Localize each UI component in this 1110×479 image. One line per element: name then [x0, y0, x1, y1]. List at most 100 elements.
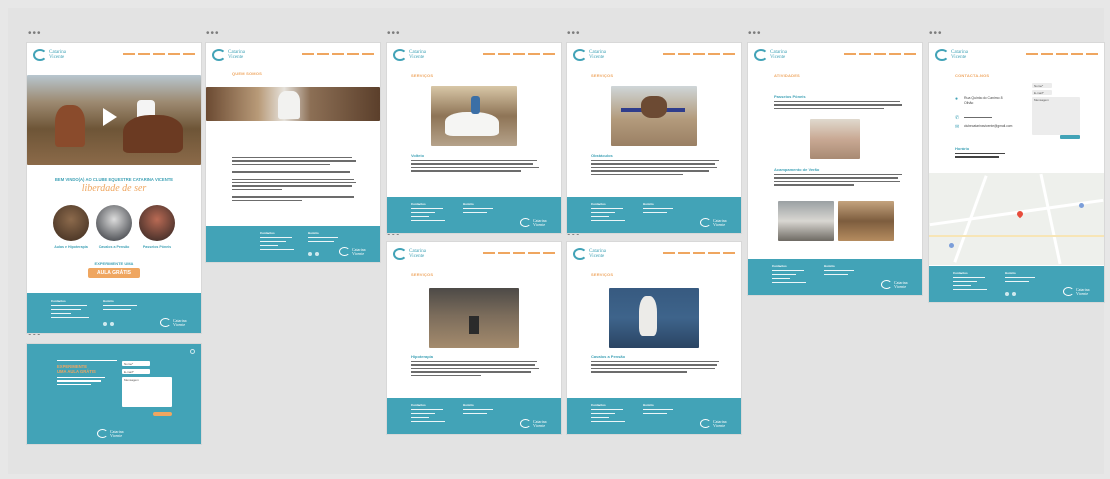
- close-icon[interactable]: [190, 349, 195, 354]
- ellipsis-icon[interactable]: •••: [567, 29, 581, 39]
- ellipsis-icon[interactable]: •••: [28, 29, 42, 39]
- frame-popup[interactable]: EXPERIMENTE UMA AULA GRÁTIS Nome* E-mail*…: [27, 344, 201, 444]
- horse-logo-icon: [573, 248, 587, 260]
- section-title: SERVIÇOS: [591, 272, 614, 277]
- ellipsis-icon[interactable]: •••: [929, 29, 943, 39]
- nav-menu[interactable]: [483, 53, 555, 55]
- location-icon: ●: [955, 96, 959, 102]
- horse-logo-icon: [935, 49, 949, 61]
- section-title: CONTACTA-NOS: [955, 73, 990, 78]
- ellipsis-icon[interactable]: •••: [206, 29, 220, 39]
- address: Rua Quinta do Canimo 8 Olhão: [964, 96, 1003, 105]
- frame-about[interactable]: Catarina Vicente QUEM SOMOS Contactos Hor…: [206, 43, 380, 262]
- ellipsis-icon[interactable]: •••: [748, 29, 762, 39]
- frame-home[interactable]: Catarina Vicente BEM VINDO(A) AO CLUBE EQ…: [27, 43, 201, 333]
- welcome-heading: BEM VINDO(A) AO CLUBE EQUESTRE CATARINA …: [54, 177, 174, 182]
- location-map[interactable]: [929, 173, 1104, 265]
- nav-bar: Catarina Vicente: [206, 43, 380, 67]
- footer: Contactos Horário Catarina Vicente: [387, 197, 561, 233]
- activity-image: [778, 201, 834, 241]
- card-image-pony[interactable]: [139, 205, 175, 241]
- nav-menu[interactable]: [123, 53, 195, 55]
- service-image: [609, 288, 699, 348]
- card-image-boarding[interactable]: [96, 205, 132, 241]
- about-image: [206, 87, 380, 121]
- frame-activities[interactable]: Catarina Vicente ATIVIDADES Passeios Pône…: [748, 43, 922, 295]
- horse-logo-icon: [33, 49, 47, 61]
- section-title: QUEM SOMOS: [232, 71, 263, 76]
- horse-logo-icon: [393, 248, 407, 260]
- nav-bar: Catarina Vicente: [27, 43, 201, 67]
- send-button[interactable]: [1060, 135, 1080, 139]
- cta-heading: EXPERIMENTE UMA: [94, 261, 134, 266]
- horse-logo-icon: [212, 49, 226, 61]
- frame-service-boarding[interactable]: Catarina Vicente SERVIÇOS Cavalos a Pensã…: [567, 242, 741, 434]
- card-label[interactable]: Passeios Pôneis: [132, 245, 182, 249]
- facebook-icon: [103, 322, 107, 326]
- email-field[interactable]: E-mail*: [122, 369, 150, 374]
- nav-menu[interactable]: [302, 53, 374, 55]
- service-title: Cavalos a Pensão: [591, 354, 626, 359]
- frame-contact[interactable]: Catarina Vicente CONTACTA-NOS ● Rua Quint…: [929, 43, 1104, 302]
- horse-logo-icon: [573, 49, 587, 61]
- footer: Contactos Horário Catarina Vicente: [27, 293, 201, 333]
- nav-menu[interactable]: [483, 252, 555, 254]
- activity-image: [838, 201, 894, 241]
- service-image: [611, 86, 697, 146]
- hero-image: [27, 75, 201, 165]
- frame-service-hippotherapy[interactable]: Catarina Vicente SERVIÇOS Hipoterapia Con…: [387, 242, 561, 434]
- brand-name-2: Vicente: [49, 55, 65, 60]
- footer-hours: Horário: [103, 299, 143, 313]
- footer-contacts: Contactos: [51, 299, 91, 321]
- name-field[interactable]: Nome*: [1032, 83, 1052, 88]
- phone-icon: ✆: [955, 115, 960, 121]
- section-title: ATIVIDADES: [774, 73, 800, 78]
- mail-icon: ✉: [955, 124, 960, 130]
- email-text[interactable]: clubecatarinavicente@gmail.com: [964, 124, 1012, 128]
- design-canvas: ••• ••• ••• ••• ••• ••• ••• ••• ••• Cata…: [0, 0, 1110, 479]
- horse-logo-icon: [754, 49, 768, 61]
- play-icon[interactable]: [103, 108, 117, 126]
- card-image-lessons[interactable]: [53, 205, 89, 241]
- message-field[interactable]: Mensagem: [122, 377, 172, 407]
- activity-title: Acampamento de Verão: [774, 167, 820, 172]
- section-title: SERVIÇOS: [591, 73, 614, 78]
- footer: Contactos Horário Catarina Vicente: [206, 226, 380, 262]
- service-title: Volteio: [411, 153, 425, 158]
- horse-shape-2: [123, 115, 183, 153]
- hours-title: Horário: [955, 146, 970, 151]
- nav-menu[interactable]: [844, 53, 916, 55]
- activity-title: Passeios Pôneis: [774, 94, 806, 99]
- email-field[interactable]: E-mail*: [1032, 90, 1052, 95]
- footer-logo: Catarina Vicente: [339, 247, 372, 256]
- section-title: SERVIÇOS: [411, 73, 434, 78]
- about-text: [232, 157, 356, 203]
- section-title: SERVIÇOS: [411, 272, 434, 277]
- service-image: [431, 86, 517, 146]
- name-field[interactable]: Nome*: [122, 361, 150, 366]
- message-field[interactable]: Mensagem: [1032, 97, 1080, 135]
- social-icons[interactable]: [308, 252, 319, 256]
- brand-logo[interactable]: Catarina Vicente: [33, 49, 75, 61]
- popup-heading: EXPERIMENTE UMA AULA GRÁTIS: [57, 364, 96, 374]
- nav-menu[interactable]: [663, 252, 735, 254]
- popup-logo: Catarina Vicente: [97, 429, 130, 438]
- service-image: [429, 288, 519, 348]
- ellipsis-icon[interactable]: •••: [387, 29, 401, 39]
- nav-menu[interactable]: [663, 53, 735, 55]
- instagram-icon: [110, 322, 114, 326]
- frame-service-obstacles[interactable]: Catarina Vicente SERVIÇOS Obstáculos Cont…: [567, 43, 741, 233]
- footer-logo: Catarina Vicente: [160, 318, 193, 327]
- tagline: liberdade de ser: [81, 183, 147, 194]
- activity-image: [810, 119, 860, 159]
- free-lesson-button[interactable]: AULA GRÁTIS: [88, 268, 140, 278]
- horse-shape: [55, 105, 85, 147]
- social-icons[interactable]: [103, 322, 114, 326]
- service-title: Obstáculos: [591, 153, 613, 158]
- frame-service-volteio[interactable]: Catarina Vicente SERVIÇOS Volteio Contact…: [387, 43, 561, 233]
- brand-logo[interactable]: Catarina Vicente: [212, 49, 254, 61]
- horse-logo-icon: [393, 49, 407, 61]
- nav-menu[interactable]: [1026, 53, 1098, 55]
- service-title: Hipoterapia: [411, 354, 434, 359]
- submit-button[interactable]: [153, 412, 172, 416]
